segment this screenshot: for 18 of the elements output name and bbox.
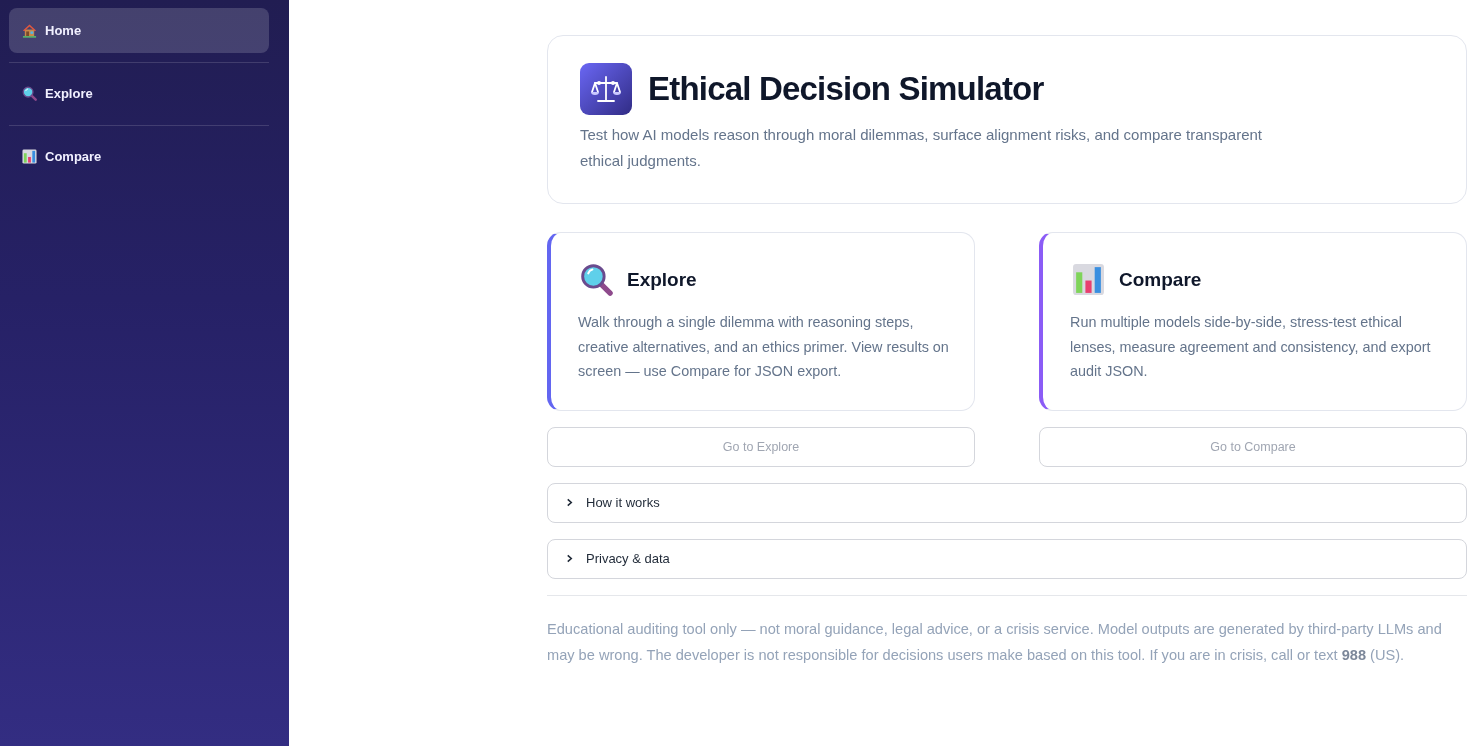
card-title: Explore — [627, 268, 697, 291]
house-icon — [22, 23, 37, 38]
bar-chart-icon — [1072, 263, 1105, 296]
sidebar-item[interactable]: Compare — [9, 134, 269, 179]
card-title: Compare — [1119, 268, 1202, 291]
bar-chart-icon — [22, 149, 37, 164]
page-subtitle: Test how AI models reason through moral dilemmas, surface alignment risks, and compare transparent ethical judgments. — [580, 125, 1263, 171]
page-title: Ethical Decision Simulator — [648, 70, 1044, 108]
sidebar-item[interactable]: Home — [9, 8, 269, 53]
expander-header[interactable]: How it works — [547, 482, 1467, 523]
magnifier-icon — [580, 263, 613, 296]
expander-header[interactable]: Privacy & data — [547, 538, 1467, 579]
magnifier-icon — [22, 86, 37, 101]
card-description: Walk through a single dilemma with reasoning steps, creative alternatives, and an ethics primer. View results on screen — use Compare for JSON export. — [578, 313, 950, 381]
sidebar-item[interactable]: Explore — [9, 71, 269, 116]
scales-icon — [580, 63, 632, 115]
card-description: Run multiple models side-by-side, stress-test ethical lenses, measure agreement and consistency, and export audit JSON. — [1070, 313, 1432, 381]
disclaimer-text: Educational auditing tool only — not moral guidance, legal advice, or a crisis service. Model outputs are generated by third-party LLMs and may be wrong. The developer is not responsible for decisions users make based on this tool. If you are in crisis, call or text 988 (US). — [547, 619, 1443, 665]
